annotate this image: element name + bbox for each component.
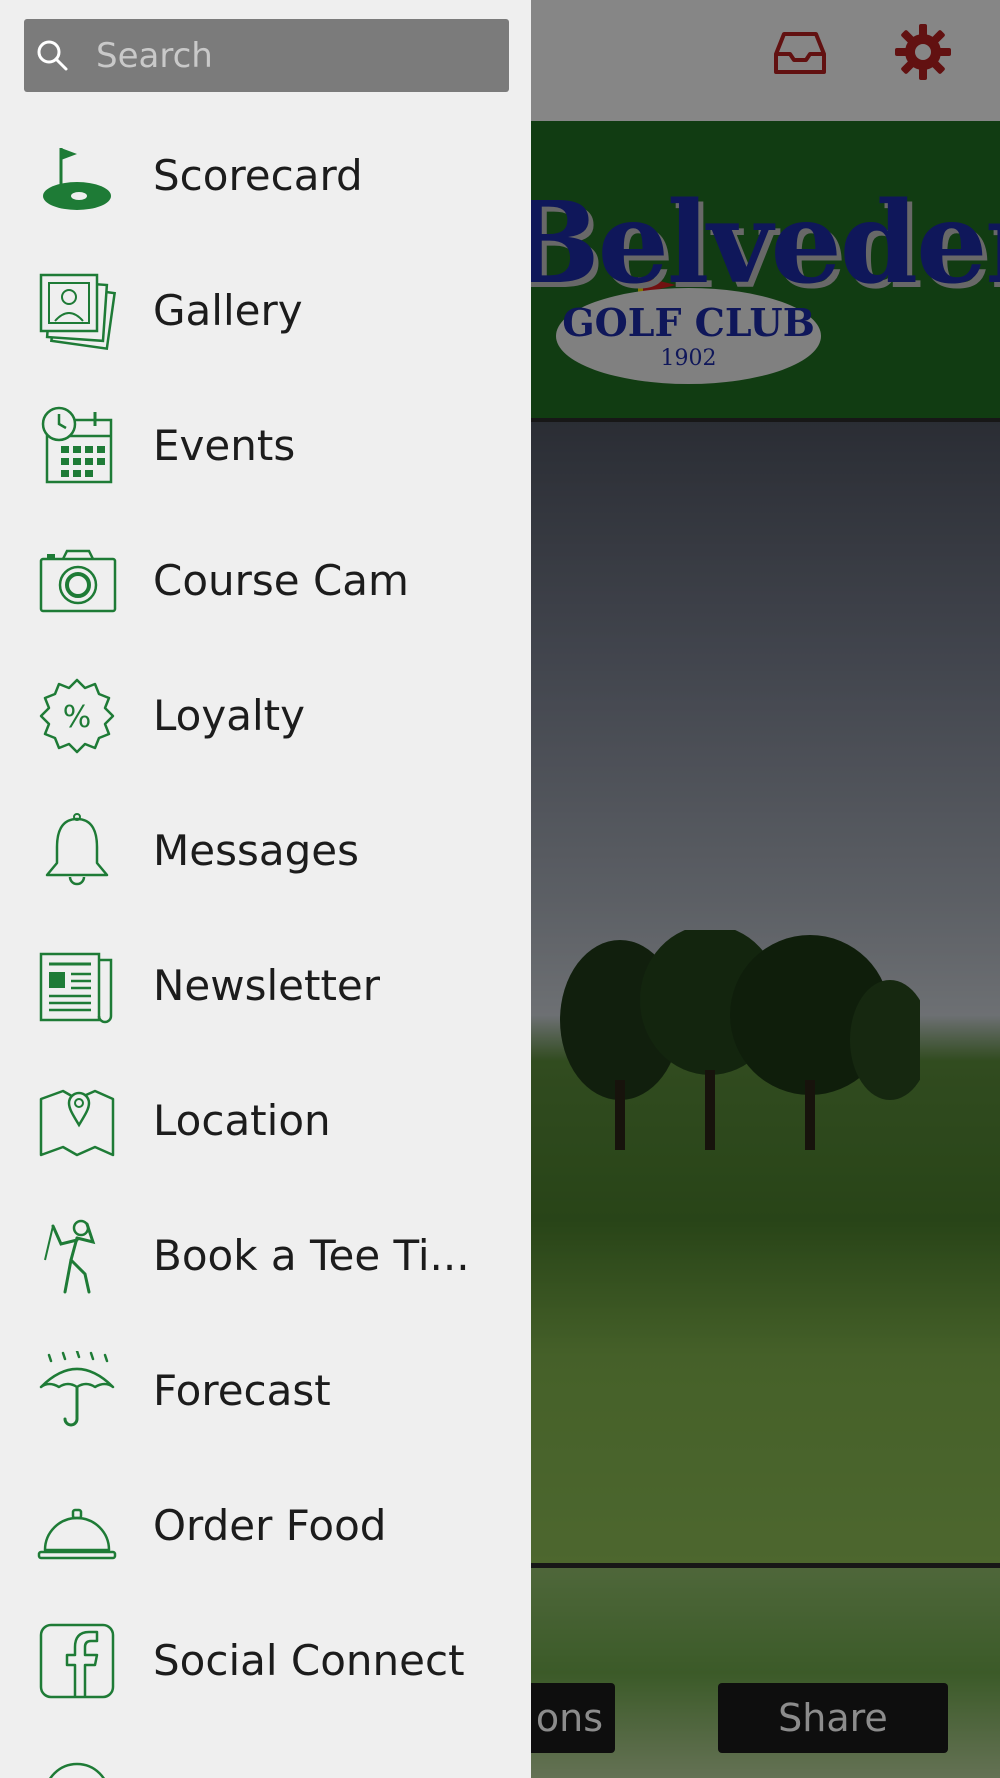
bell-icon bbox=[45, 813, 109, 886]
menu-item-loyalty[interactable]: % Loyalty bbox=[0, 648, 531, 783]
search-icon bbox=[37, 40, 68, 71]
golfer-swing-icon bbox=[44, 1219, 96, 1294]
service-bell-icon bbox=[37, 1508, 117, 1560]
menu-label: Social Connect bbox=[153, 1636, 465, 1685]
calendar-clock-icon bbox=[41, 406, 113, 484]
menu-item-partial[interactable] bbox=[0, 1728, 531, 1778]
side-drawer: Scorecard Gallery bbox=[0, 0, 531, 1778]
golf-hole-flag-icon bbox=[43, 148, 111, 210]
menu-item-messages[interactable]: Messages bbox=[0, 783, 531, 918]
menu-label: Book a Tee Ti... bbox=[153, 1231, 470, 1280]
facebook-icon bbox=[39, 1623, 115, 1699]
search-input[interactable] bbox=[72, 19, 502, 92]
camera-icon bbox=[39, 549, 117, 613]
menu-item-newsletter[interactable]: Newsletter bbox=[0, 918, 531, 1053]
menu-label: Course Cam bbox=[153, 556, 409, 605]
menu-item-scorecard[interactable]: Scorecard bbox=[0, 108, 531, 243]
menu-item-forecast[interactable]: Forecast bbox=[0, 1323, 531, 1458]
menu-item-location[interactable]: Location bbox=[0, 1053, 531, 1188]
menu-label: Newsletter bbox=[153, 961, 381, 1010]
menu-label: Location bbox=[153, 1096, 331, 1145]
menu-label: Forecast bbox=[153, 1366, 331, 1415]
menu-item-course-cam[interactable]: Course Cam bbox=[0, 513, 531, 648]
umbrella-rain-icon bbox=[39, 1351, 115, 1427]
percent-badge-icon: % bbox=[39, 678, 115, 754]
drawer-menu: Scorecard Gallery Events Course Cam % Lo… bbox=[0, 108, 531, 1778]
chat-bubble-icon bbox=[49, 1762, 105, 1778]
menu-label: Loyalty bbox=[153, 691, 305, 740]
map-pin-icon bbox=[39, 1089, 115, 1157]
menu-item-order-food[interactable]: Order Food bbox=[0, 1458, 531, 1593]
menu-item-social-connect[interactable]: Social Connect bbox=[0, 1593, 531, 1728]
menu-item-book-tee-time[interactable]: Book a Tee Ti... bbox=[0, 1188, 531, 1323]
search-bar bbox=[24, 19, 509, 92]
menu-label: Order Food bbox=[153, 1501, 387, 1550]
menu-label: Messages bbox=[153, 826, 359, 875]
menu-label: Scorecard bbox=[153, 151, 363, 200]
svg-text:%: % bbox=[63, 700, 92, 735]
menu-label: Gallery bbox=[153, 286, 303, 335]
newspaper-icon bbox=[39, 952, 113, 1024]
menu-label: Events bbox=[153, 421, 296, 470]
photo-gallery-icon bbox=[39, 273, 117, 351]
menu-item-events[interactable]: Events bbox=[0, 378, 531, 513]
menu-item-gallery[interactable]: Gallery bbox=[0, 243, 531, 378]
app-screen: Belvedere GOLF CLUB 1902 ons Share bbox=[0, 0, 1000, 1778]
